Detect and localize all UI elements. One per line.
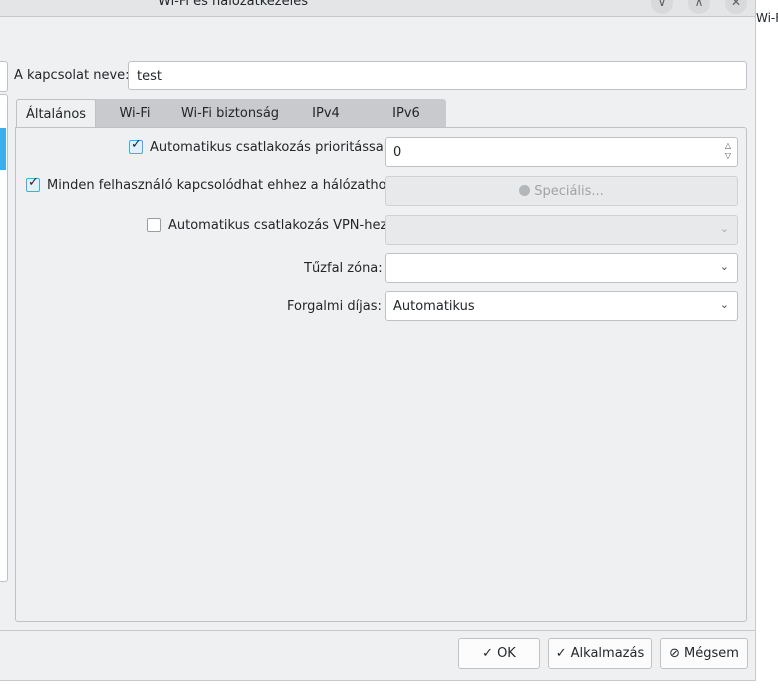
connection-name-input[interactable]: test — [128, 61, 747, 90]
vpn-auto-checkbox[interactable] — [147, 218, 161, 232]
all-users-label: Minden felhasználó kapcsolódhat ehhez a … — [47, 178, 394, 193]
chevron-down-icon: ⌄ — [719, 298, 729, 311]
metered-select[interactable]: Automatikus ⌄ — [385, 291, 738, 321]
tab-bar: Általános Wi-Fi Wi-Fi biztonság IPv4 IPv… — [16, 99, 446, 128]
checkmark-icon: ✓ — [131, 137, 142, 152]
chevron-down-icon: ⌄ — [719, 260, 729, 273]
priority-spinbox[interactable]: 0 △ ▽ — [385, 137, 738, 167]
minimize-icon[interactable]: ∨ — [651, 0, 673, 14]
window-title: Wi-Fi és hálózatkezelés — [158, 0, 308, 9]
priority-value: 0 — [393, 145, 402, 160]
tab-wifi-security[interactable]: Wi-Fi biztonság — [174, 99, 286, 128]
close-icon[interactable]: ✕ — [725, 0, 747, 14]
cancel-button-label: Mégsem — [684, 646, 739, 661]
spin-arrows-icon[interactable]: △ ▽ — [725, 141, 731, 161]
special-button[interactable]: Speciális... — [385, 176, 738, 206]
tab-ipv6[interactable]: IPv6 — [366, 99, 446, 128]
selected-connection-indicator — [0, 128, 6, 170]
checkmark-icon: ✓ — [28, 175, 39, 190]
title-bar: Wi-Fi és hálózatkezelés ∨ ∧ ✕ — [0, 0, 755, 17]
auto-connect-checkbox[interactable]: ✓ — [129, 137, 143, 154]
metered-label: Forgalmi díjas: — [287, 299, 382, 314]
ok-button[interactable]: ✓ OK — [458, 638, 540, 669]
left-list-search-stub[interactable] — [0, 61, 8, 92]
tab-general[interactable]: Általános — [16, 99, 96, 128]
vpn-select[interactable]: ⌄ — [385, 215, 738, 245]
tab-wifi[interactable]: Wi-Fi — [96, 99, 174, 128]
dialog-window: Wi-Fi és hálózatkezelés ∨ ∧ ✕ A kapcsola… — [0, 0, 756, 681]
vpn-auto-label: Automatikus csatlakozás VPN-hez — [168, 218, 388, 233]
apply-button-label: Alkalmazás — [570, 646, 645, 661]
apply-button[interactable]: ✓ Alkalmazás — [548, 638, 652, 669]
special-button-label: Speciális... — [534, 184, 604, 199]
special-button-content: Speciális... — [386, 184, 737, 199]
chevron-down-icon: ⌄ — [719, 222, 729, 235]
background-window-title: Wi-F — [756, 11, 778, 25]
all-users-checkbox[interactable]: ✓ — [26, 175, 40, 192]
metered-value: Automatikus — [393, 299, 475, 314]
connection-name-label: A kapcsolat neve: — [14, 68, 130, 83]
firewall-zone-label: Tűzfal zóna: — [304, 261, 383, 276]
ok-button-label: OK — [497, 646, 516, 661]
cancel-button[interactable]: ⊘ Mégsem — [660, 638, 748, 669]
tab-ipv4[interactable]: IPv4 — [286, 99, 366, 128]
check-icon: ✓ — [555, 646, 567, 661]
maximize-icon[interactable]: ∧ — [688, 0, 710, 14]
cancel-icon: ⊘ — [669, 646, 680, 661]
firewall-zone-select[interactable]: ⌄ — [385, 253, 738, 283]
footer-divider — [0, 630, 755, 631]
auto-connect-label: Automatikus csatlakozás prioritással — [150, 140, 388, 155]
check-icon: ✓ — [482, 646, 494, 661]
people-icon — [519, 185, 531, 196]
